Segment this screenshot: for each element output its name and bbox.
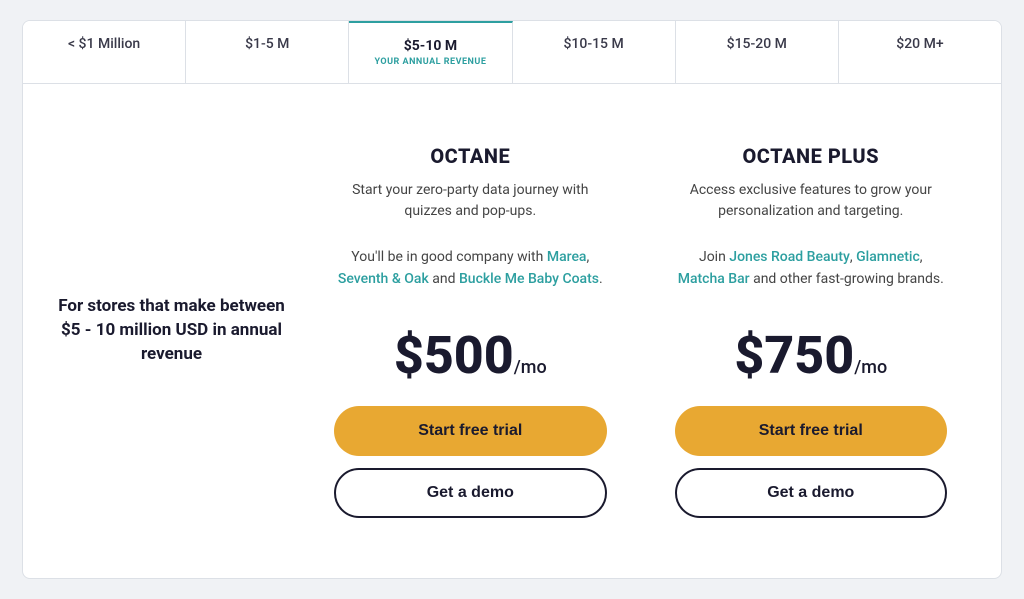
pricing-container: < $1 Million $1-5 M $5-10 M YOUR ANNUAL … [22,20,1002,579]
tab-15-20m[interactable]: $15-20 M [676,21,839,83]
octane-plus-demo-button[interactable]: Get a demo [675,468,947,518]
company-link-buckle: Buckle Me Baby Coats [459,271,599,287]
tab-label: < $1 Million [68,36,140,52]
plan-octane-title: OCTANE [334,144,606,168]
company-link-matcha: Matcha Bar [678,271,750,287]
tab-under-1m[interactable]: < $1 Million [23,21,186,83]
pricing-body: For stores that make between $5 - 10 mil… [23,84,1001,578]
octane-demo-button[interactable]: Get a demo [334,468,606,518]
revenue-tabs: < $1 Million $1-5 M $5-10 M YOUR ANNUAL … [23,21,1001,84]
plan-octane-desc: Start your zero-party data journey with … [334,180,606,230]
company-link-marea: Marea [547,249,587,265]
company-link-glamnetic: Glamnetic [856,249,920,265]
tab-20m-plus[interactable]: $20 M+ [839,21,1001,83]
plan-octane-plus-title: OCTANE PLUS [675,144,947,168]
tab-label: $5-10 M [404,38,457,54]
company-link-seventh: Seventh & Oak [338,271,429,287]
tab-sublabel: YOUR ANNUAL REVENUE [359,57,501,69]
plans-area: OCTANE Start your zero-party data journe… [310,124,971,538]
left-description-text: For stores that make between $5 - 10 mil… [53,295,290,366]
tab-label: $15-20 M [727,36,787,52]
plan-octane-plus-companies: Join Jones Road Beauty, Glamnetic, Match… [675,246,947,306]
price-period: /mo [514,357,547,378]
price-amount: $750 [734,325,854,386]
left-description: For stores that make between $5 - 10 mil… [53,295,310,366]
tab-5-10m[interactable]: $5-10 M YOUR ANNUAL REVENUE [349,21,512,83]
octane-trial-button[interactable]: Start free trial [334,406,606,456]
plan-octane-price: $500/mo [334,330,606,382]
plan-octane-plus-price: $750/mo [675,330,947,382]
tab-10-15m[interactable]: $10-15 M [513,21,676,83]
tab-1-5m[interactable]: $1-5 M [186,21,349,83]
tab-label: $1-5 M [245,36,289,52]
plan-octane: OCTANE Start your zero-party data journe… [310,124,630,538]
tab-label: $20 M+ [896,36,943,52]
plan-octane-plus-desc: Access exclusive features to grow your p… [675,180,947,230]
company-link-jones: Jones Road Beauty [729,249,850,265]
octane-plus-trial-button[interactable]: Start free trial [675,406,947,456]
price-period: /mo [854,357,887,378]
plan-octane-plus: OCTANE PLUS Access exclusive features to… [651,124,971,538]
price-amount: $500 [394,325,514,386]
tab-label: $10-15 M [563,36,623,52]
plan-octane-companies: You'll be in good company with Marea, Se… [334,246,606,306]
